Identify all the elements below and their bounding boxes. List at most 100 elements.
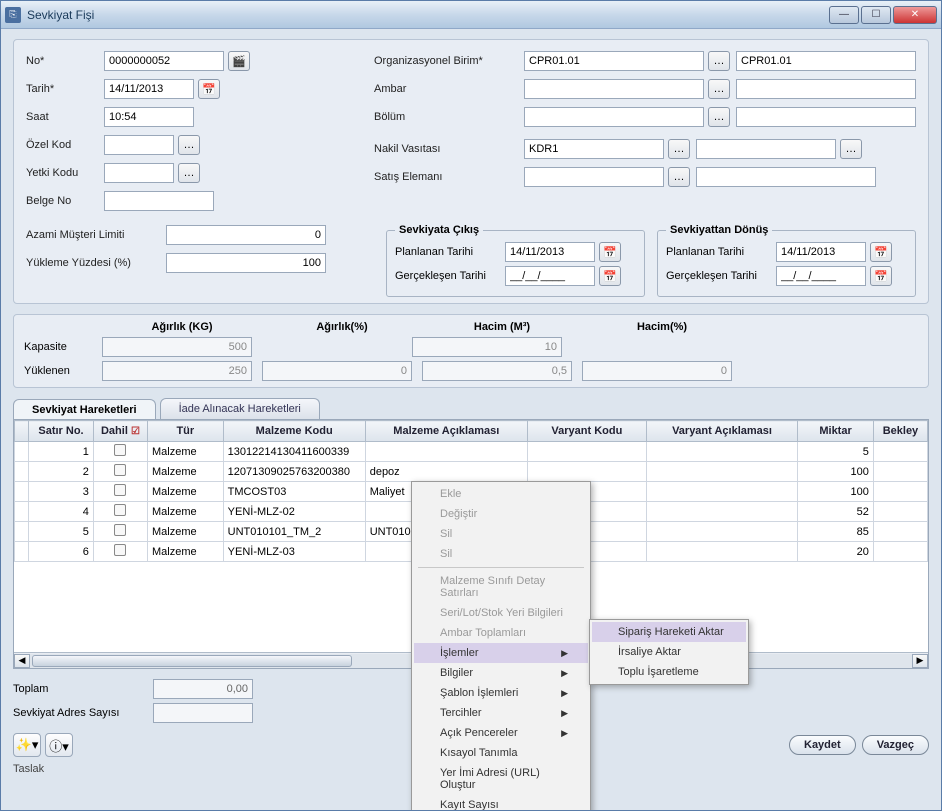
ctx-seri[interactable]: Seri/Lot/Stok Yeri Bilgileri <box>414 603 588 623</box>
bolum-lookup-button[interactable]: … <box>708 107 730 127</box>
yetki-lookup-button[interactable]: … <box>178 163 200 183</box>
row-selector-header[interactable] <box>15 421 29 442</box>
dahil-checkbox[interactable] <box>114 464 126 476</box>
no-input[interactable] <box>104 51 224 71</box>
satis-display <box>696 167 876 187</box>
dahil-checkbox[interactable] <box>114 484 126 496</box>
cikis-gercek-calendar[interactable]: 📅 <box>599 266 621 286</box>
col-tur[interactable]: Tür <box>147 421 223 442</box>
cikis-plan-calendar[interactable]: 📅 <box>599 242 621 262</box>
hscroll-thumb[interactable] <box>32 655 352 667</box>
satis-label: Satış Elemanı <box>374 171 524 183</box>
cikis-plan-input[interactable] <box>505 242 595 262</box>
maximize-button[interactable]: ☐ <box>861 6 891 24</box>
tool-info-button[interactable]: ⓘ▾ <box>45 733 73 757</box>
close-button[interactable]: ✕ <box>893 6 937 24</box>
nakil-input[interactable] <box>524 139 664 159</box>
dahil-checkbox[interactable] <box>114 524 126 536</box>
dahil-checkbox[interactable] <box>114 504 126 516</box>
nakil-display[interactable] <box>696 139 836 159</box>
donus-plan-input[interactable] <box>776 242 866 262</box>
ctx-sinif[interactable]: Malzeme Sınıfı Detay Satırları <box>414 571 588 603</box>
tarih-input[interactable] <box>104 79 194 99</box>
table-row[interactable]: 1Malzeme130122141304116003395 <box>15 442 928 462</box>
hscroll-right[interactable]: ▶ <box>912 654 928 668</box>
satis-input[interactable] <box>524 167 664 187</box>
azami-input[interactable] <box>166 225 326 245</box>
donus-gercek-calendar[interactable]: 📅 <box>870 266 892 286</box>
window-title: Sevkiyat Fişi <box>27 8 829 22</box>
col-varyant-acik[interactable]: Varyant Açıklaması <box>646 421 797 442</box>
tab-iade-alinacak[interactable]: İade Alınacak Hareketleri <box>160 398 320 419</box>
col-dahil[interactable]: Dahil ☑ <box>93 421 147 442</box>
ambar-input[interactable] <box>524 79 704 99</box>
kaydet-button[interactable]: Kaydet <box>789 735 856 755</box>
col-malzeme-acik[interactable]: Malzeme Açıklaması <box>365 421 527 442</box>
col-bekley[interactable]: Bekley <box>873 421 927 442</box>
yukleme-input[interactable] <box>166 253 326 273</box>
yuklenen-m3-pct <box>582 361 732 381</box>
toplam-label: Toplam <box>13 683 153 695</box>
ctx-kisayol[interactable]: Kısayol Tanımla <box>414 743 588 763</box>
cikis-legend: Sevkiyata Çıkış <box>395 224 483 236</box>
col-miktar[interactable]: Miktar <box>798 421 874 442</box>
ambar-label: Ambar <box>374 83 524 95</box>
satis-lookup-button[interactable]: … <box>668 167 690 187</box>
nakil-lookup-button[interactable]: … <box>668 139 690 159</box>
ctx-sil2[interactable]: Sil <box>414 544 588 564</box>
ctx-ekle[interactable]: Ekle <box>414 484 588 504</box>
vazgec-button[interactable]: Vazgeç <box>862 735 929 755</box>
col-varyant-kodu[interactable]: Varyant Kodu <box>527 421 646 442</box>
ctx-kayit[interactable]: Kayıt Sayısı <box>414 795 588 810</box>
ctx-sil1[interactable]: Sil <box>414 524 588 544</box>
ctx-degistir[interactable]: Değiştir <box>414 504 588 524</box>
donus-legend: Sevkiyattan Dönüş <box>666 224 772 236</box>
belge-label: Belge No <box>26 195 104 207</box>
yuklenen-kg-pct <box>262 361 412 381</box>
ctx-islemler[interactable]: İşlemler▶ <box>414 643 588 663</box>
chevron-right-icon: ▶ <box>561 728 568 739</box>
chevron-right-icon: ▶ <box>561 708 568 719</box>
ctx-bilgiler[interactable]: Bilgiler▶ <box>414 663 588 683</box>
adres-label: Sevkiyat Adres Sayısı <box>13 707 153 719</box>
table-row[interactable]: 2Malzeme12071309025763200380depoz100 <box>15 462 928 482</box>
tab-sevkiyat-hareketleri[interactable]: Sevkiyat Hareketleri <box>13 399 156 420</box>
tarih-calendar-button[interactable]: 📅 <box>198 79 220 99</box>
donus-plan-calendar[interactable]: 📅 <box>870 242 892 262</box>
org-input[interactable] <box>524 51 704 71</box>
azami-label: Azami Müşteri Limiti <box>26 229 166 241</box>
donus-plan-label: Planlanan Tarihi <box>666 246 776 258</box>
dahil-checkbox[interactable] <box>114 444 126 456</box>
org-display <box>736 51 916 71</box>
ctx-sablon[interactable]: Şablon İşlemleri▶ <box>414 683 588 703</box>
dahil-checkbox[interactable] <box>114 544 126 556</box>
col-malzeme-kodu[interactable]: Malzeme Kodu <box>223 421 365 442</box>
no-lookup-button[interactable]: 🎬 <box>228 51 250 71</box>
bolum-input[interactable] <box>524 107 704 127</box>
ambar-lookup-button[interactable]: … <box>708 79 730 99</box>
yukleme-label: Yükleme Yüzdesi (%) <box>26 257 166 269</box>
belge-input[interactable] <box>104 191 214 211</box>
ctx-sub-siparis[interactable]: Sipariş Hareketi Aktar <box>592 622 746 642</box>
ctx-sub-irsaliye[interactable]: İrsaliye Aktar <box>592 642 746 662</box>
saat-label: Saat <box>26 111 104 123</box>
ctx-ambar-top[interactable]: Ambar Toplamları <box>414 623 588 643</box>
ctx-sub-toplu[interactable]: Toplu İşaretleme <box>592 662 746 682</box>
minimize-button[interactable]: — <box>829 6 859 24</box>
ctx-acik-p[interactable]: Açık Pencereler▶ <box>414 723 588 743</box>
ambar-display <box>736 79 916 99</box>
ctx-tercih[interactable]: Tercihler▶ <box>414 703 588 723</box>
org-lookup-button[interactable]: … <box>708 51 730 71</box>
donus-gercek-input[interactable] <box>776 266 866 286</box>
tool-wand-button[interactable]: ✨▾ <box>13 733 41 757</box>
nakil-lookup2-button[interactable]: … <box>840 139 862 159</box>
hscroll-left[interactable]: ◀ <box>14 654 30 668</box>
cikis-gercek-input[interactable] <box>505 266 595 286</box>
yetki-input[interactable] <box>104 163 174 183</box>
ctx-yerimi[interactable]: Yer İmi Adresi (URL) Oluştur <box>414 763 588 795</box>
col-satir-no[interactable]: Satır No. <box>29 421 94 442</box>
saat-input[interactable] <box>104 107 194 127</box>
bolum-label: Bölüm <box>374 111 524 123</box>
ozelkod-input[interactable] <box>104 135 174 155</box>
ozelkod-lookup-button[interactable]: … <box>178 135 200 155</box>
